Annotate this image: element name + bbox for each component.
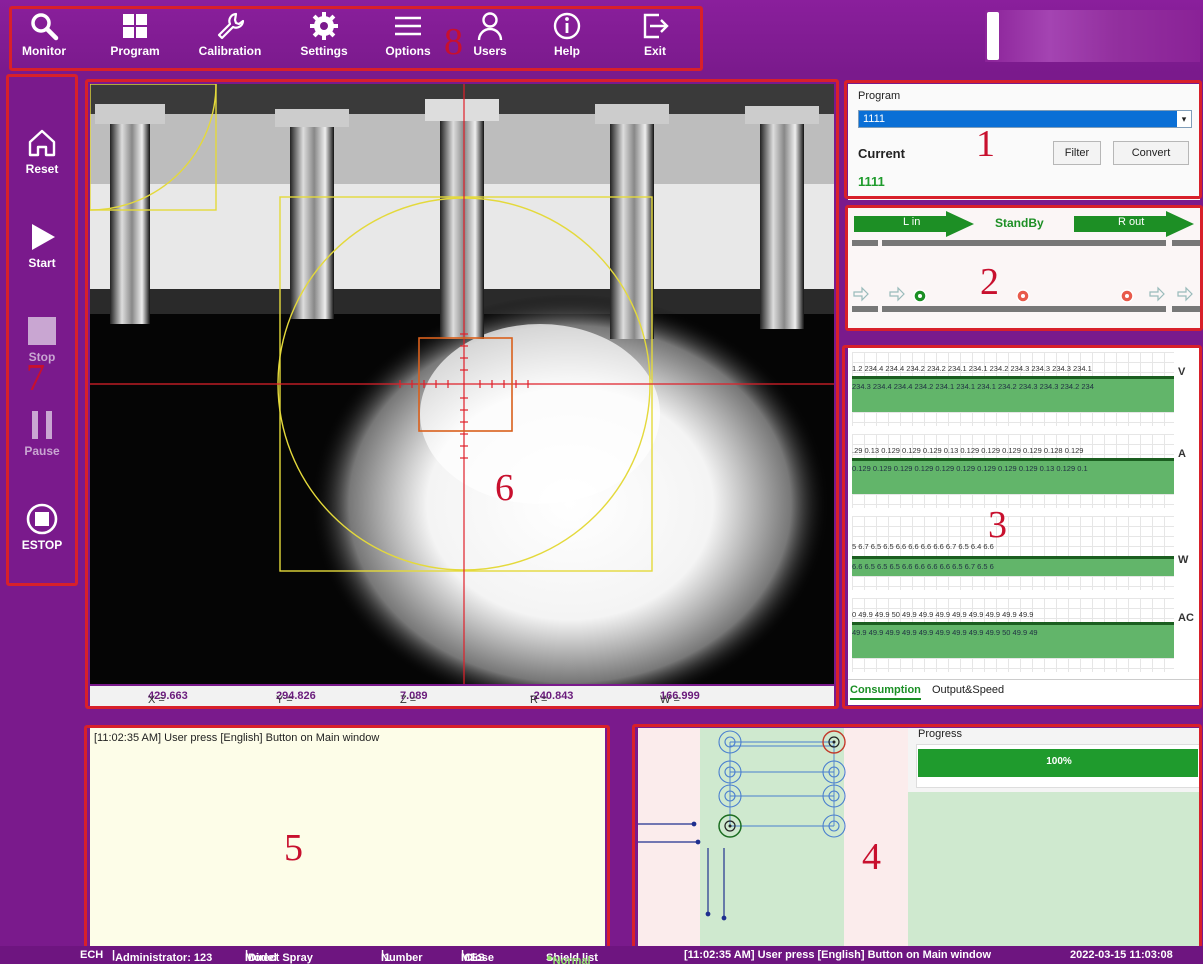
status-datetime: 2022-03-15 11:03:08 — [1070, 949, 1173, 961]
annotation-label-5: 5 — [284, 827, 303, 869]
annotation-box-line — [845, 205, 1203, 331]
annotation-label-2: 2 — [980, 261, 999, 303]
status-number: Number | 1 — [381, 949, 423, 964]
annotation-label-6: 6 — [495, 467, 514, 509]
annotation-box-program — [844, 80, 1202, 199]
status-user: | Administrator: 123 — [112, 949, 213, 964]
annotation-box-sidebar — [6, 74, 78, 586]
status-bar: ECH | Administrator: 123 Model | Direct … — [0, 946, 1203, 964]
status-mes: MES | Close — [461, 949, 495, 964]
status-company: ECH — [80, 949, 104, 961]
annotation-label-3: 3 — [988, 504, 1007, 546]
annotation-label-8: 8 — [444, 21, 463, 63]
annotation-label-1: 1 — [976, 123, 995, 165]
annotation-label-4: 4 — [862, 836, 881, 878]
brand-logo — [985, 10, 1200, 62]
annotation-box-camera — [85, 79, 839, 709]
status-message: [11:02:35 AM] User press [English] Butto… — [684, 949, 992, 961]
annotation-box-log — [84, 725, 610, 958]
annotation-label-7: 7 — [26, 357, 45, 399]
annotation-box-path — [632, 724, 1202, 960]
annotation-box-charts — [842, 345, 1202, 709]
annotation-box-toolbar — [9, 6, 703, 71]
status-model: Model | Direct Spray — [245, 949, 313, 964]
